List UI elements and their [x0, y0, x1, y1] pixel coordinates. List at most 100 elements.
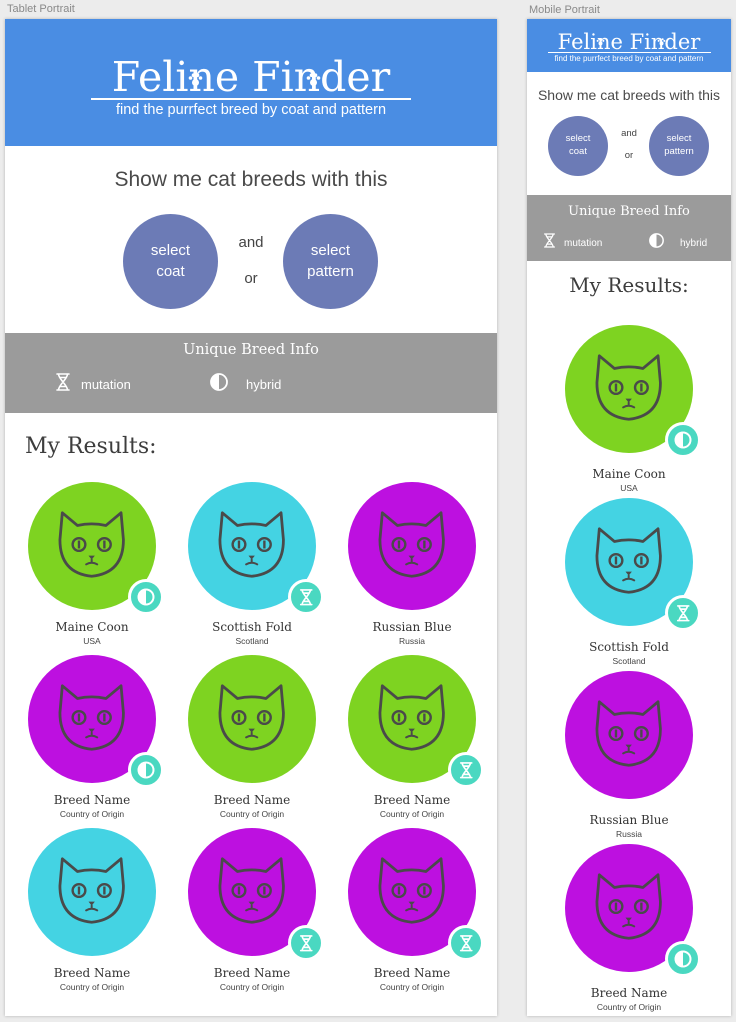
mobile-and-label: and	[621, 128, 637, 139]
or-label: or	[244, 270, 258, 287]
mutation-icon	[55, 373, 71, 396]
mobile-select-coat-button[interactable]: select coat	[548, 116, 608, 176]
unique-breed-info-title: Unique Breed Info	[183, 342, 319, 358]
breed-card[interactable]: Breed Name Country of Origin	[342, 655, 484, 820]
mobile-logo-text: Feline Finder	[557, 30, 701, 54]
tagline: find the purrfect breed by coat and patt…	[115, 102, 387, 118]
select-coat-label: select coat	[150, 242, 191, 280]
breed-origin: USA	[83, 636, 101, 646]
header: Feline Finder find the purrfect breed by…	[5, 19, 497, 146]
breed-name: Russian Blue	[372, 620, 452, 634]
mobile-search-section: Show me cat breeds with this select coat…	[527, 72, 731, 195]
legend-hybrid: hybrid	[210, 373, 281, 396]
breed-card[interactable]: Russian Blue Russia	[342, 482, 482, 647]
paw-icon	[596, 27, 605, 51]
breed-origin: Scotland	[612, 656, 646, 666]
mobile-legend-mutation: mutation	[543, 233, 602, 253]
legend-mutation: mutation	[55, 373, 131, 396]
mobile-unique-breed-info: Unique Breed Info mutation hybrid	[527, 195, 731, 261]
results-title: My Results:	[25, 434, 157, 459]
mobile-select-pattern-button[interactable]: select pattern	[649, 116, 709, 176]
breed-origin: Russia	[399, 636, 425, 646]
mutation-icon	[664, 595, 701, 632]
mobile-legend-hybrid: hybrid	[649, 233, 707, 253]
logo-text: Feline Finder	[111, 53, 391, 101]
select-pattern-button[interactable]: select pattern	[283, 214, 378, 309]
breed-image	[188, 655, 316, 783]
breed-name: Scottish Fold	[589, 640, 669, 654]
hybrid-label: hybrid	[246, 377, 282, 392]
breed-origin: Country of Origin	[219, 809, 285, 819]
search-prompt: Show me cat breeds with this	[114, 168, 388, 191]
mobile-select-coat-label: select coat	[565, 133, 591, 157]
breed-name: Breed Name	[213, 793, 291, 807]
paw-icon	[657, 27, 666, 51]
select-pattern-label: select pattern	[307, 242, 354, 280]
mobile-hybrid-label: hybrid	[680, 237, 708, 249]
logo[interactable]: Feline Finder	[112, 53, 390, 101]
paw-icon	[306, 49, 321, 97]
mobile-mutation-label: mutation	[564, 237, 603, 249]
breed-origin: USA	[620, 483, 638, 493]
breed-origin: Country of Origin	[59, 809, 125, 819]
breed-card[interactable]: Breed Name Country of Origin	[22, 828, 162, 993]
breed-card[interactable]: Scottish Fold Scotland	[553, 498, 705, 666]
search-section: Show me cat breeds with this select coat…	[5, 146, 497, 333]
breed-image	[565, 671, 693, 799]
paw-icon	[188, 49, 203, 97]
breed-name: Breed Name	[373, 793, 451, 807]
breed-card[interactable]: Scottish Fold Scotland	[182, 482, 324, 647]
breed-card[interactable]: Maine Coon USA	[553, 325, 705, 493]
breed-origin: Country of Origin	[59, 982, 125, 992]
breed-card[interactable]: Breed Name Country of Origin	[553, 844, 705, 1012]
breed-origin: Country of Origin	[596, 1002, 662, 1012]
breed-name: Breed Name	[53, 793, 131, 807]
select-coat-button[interactable]: select coat	[123, 214, 218, 309]
breed-name: Breed Name	[590, 986, 668, 1000]
mutation-icon	[543, 233, 556, 253]
breed-card[interactable]: Breed Name Country of Origin	[342, 828, 484, 993]
hybrid-icon	[127, 579, 164, 616]
breed-card[interactable]: Breed Name Country of Origin	[182, 655, 322, 820]
mutation-icon	[447, 925, 484, 962]
breed-name: Maine Coon	[55, 620, 129, 634]
mutation-icon	[447, 752, 484, 789]
hybrid-icon	[127, 752, 164, 789]
mobile-logo[interactable]: Feline Finder	[558, 30, 701, 54]
breed-origin: Country of Origin	[379, 809, 445, 819]
mobile-tagline: find the purrfect breed by coat and patt…	[554, 54, 704, 63]
breed-origin: Scotland	[235, 636, 269, 646]
breed-image	[348, 482, 476, 610]
breed-card[interactable]: Russian Blue Russia	[553, 671, 705, 839]
breed-name: Scottish Fold	[212, 620, 292, 634]
mobile-artboard-label: Mobile Portrait	[529, 4, 600, 16]
mutation-icon	[287, 925, 324, 962]
breed-name: Breed Name	[373, 966, 451, 980]
breed-origin: Country of Origin	[379, 982, 445, 992]
mutation-icon	[287, 579, 324, 616]
breed-name: Maine Coon	[592, 467, 666, 481]
mobile-header: Feline Finder find the purrfect breed by…	[527, 19, 731, 72]
mobile-unique-breed-info-title: Unique Breed Info	[568, 204, 690, 219]
mobile-select-pattern-label: select pattern	[664, 133, 694, 157]
breed-card[interactable]: Breed Name Country of Origin	[22, 655, 164, 820]
breed-image	[28, 828, 156, 956]
hybrid-icon	[649, 233, 664, 253]
unique-breed-info: Unique Breed Info mutation hybrid	[5, 333, 497, 413]
hybrid-icon	[664, 422, 701, 459]
mobile-or-label: or	[624, 150, 634, 161]
mutation-label: mutation	[81, 377, 131, 392]
hybrid-icon	[664, 941, 701, 978]
hybrid-icon	[210, 373, 228, 396]
breed-name: Russian Blue	[589, 813, 669, 827]
breed-origin: Russia	[616, 829, 642, 839]
breed-card[interactable]: Breed Name Country of Origin	[182, 828, 324, 993]
and-label: and	[238, 234, 264, 251]
mobile-artboard: Feline Finder find the purrfect breed by…	[527, 19, 731, 1016]
breed-origin: Country of Origin	[219, 982, 285, 992]
breed-name: Breed Name	[213, 966, 291, 980]
tablet-artboard-label: Tablet Portrait	[7, 3, 75, 15]
breed-card[interactable]: Maine Coon USA	[22, 482, 164, 647]
breed-name: Breed Name	[53, 966, 131, 980]
mobile-results-title: My Results:	[569, 273, 689, 297]
